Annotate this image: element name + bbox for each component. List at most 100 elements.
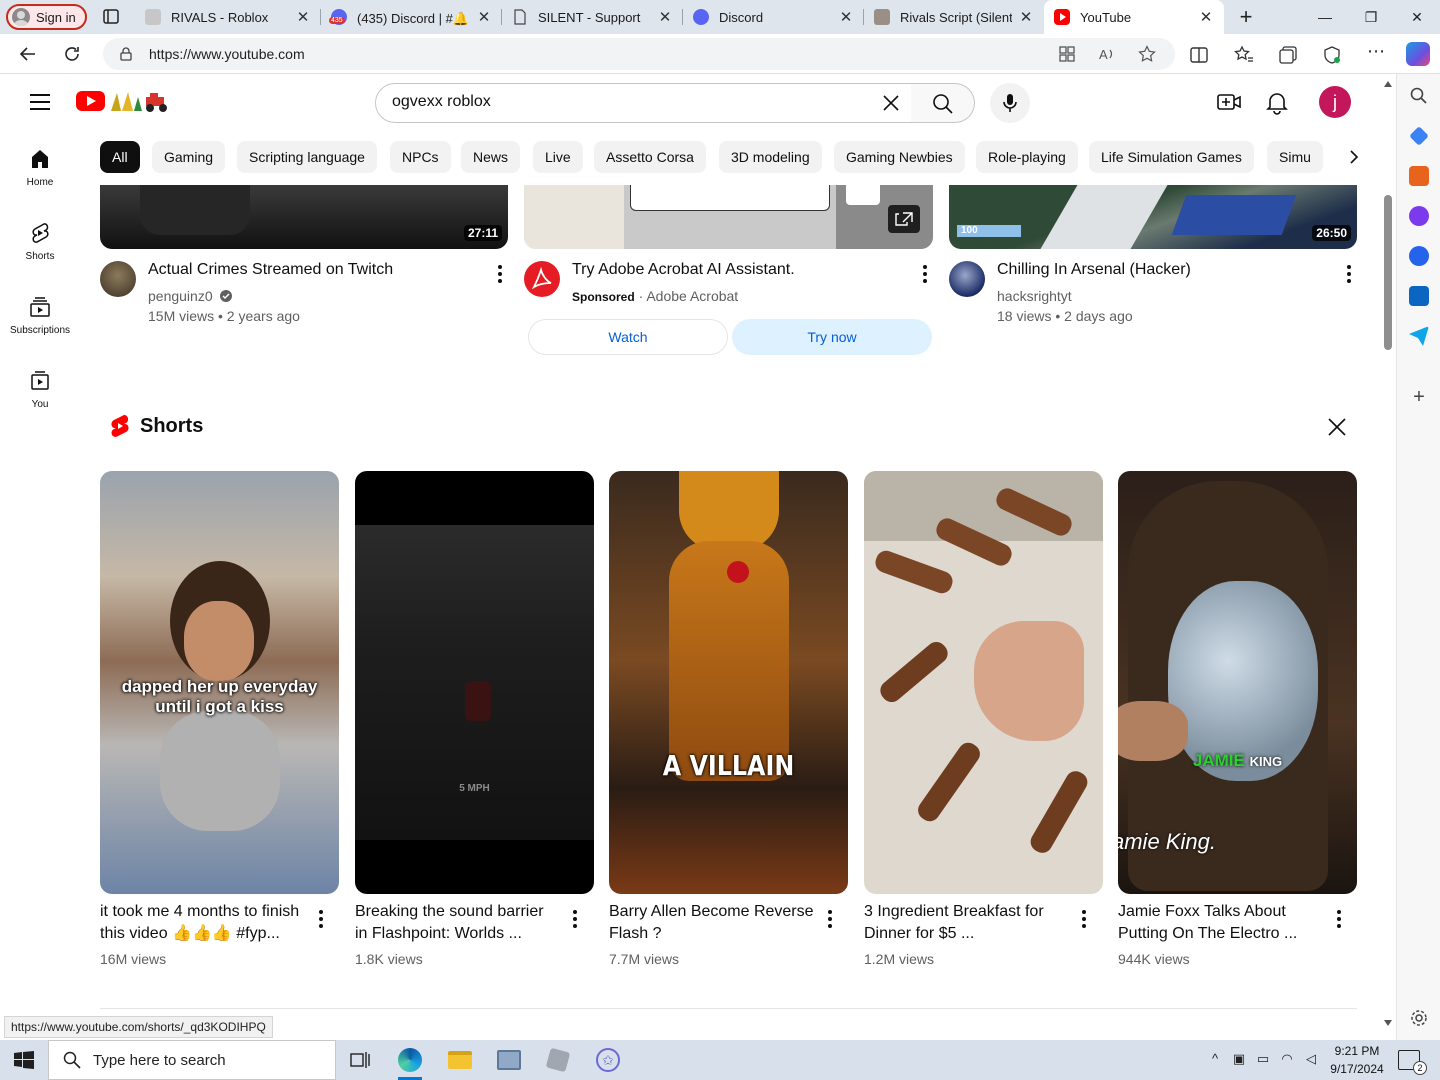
ad-thumbnail[interactable] [524, 185, 933, 249]
chip-news[interactable]: News [461, 141, 521, 173]
chip-assetto-corsa[interactable]: Assetto Corsa [594, 141, 706, 173]
video-thumbnail[interactable]: 27:11 [100, 185, 508, 249]
tab-actions-icon[interactable] [97, 6, 125, 28]
browser-essentials-icon[interactable] [1321, 44, 1343, 66]
chip-role-playing[interactable]: Role-playing [976, 141, 1078, 173]
volume-icon[interactable]: ◁ [1302, 1051, 1320, 1069]
close-tab-icon[interactable]: ✕ [295, 8, 311, 26]
roblox-taskbar-icon[interactable] [544, 1046, 572, 1074]
voice-search-button[interactable] [990, 83, 1030, 123]
account-avatar[interactable]: j [1319, 86, 1351, 118]
scroll-up-arrow-icon[interactable] [1384, 81, 1392, 87]
send-icon[interactable] [1409, 326, 1429, 346]
file-explorer-icon[interactable] [446, 1046, 474, 1074]
search-button[interactable] [911, 83, 975, 123]
scrollbar-thumb[interactable] [1384, 195, 1392, 350]
photos-app-icon[interactable] [495, 1046, 523, 1074]
tab-discord[interactable]: Discord ✕ [683, 0, 864, 34]
short-thumbnail[interactable]: 5 MPH [355, 471, 594, 894]
notifications-bell-icon[interactable] [1264, 89, 1290, 115]
channel-avatar[interactable] [949, 261, 985, 297]
close-window-button[interactable]: ✕ [1394, 0, 1440, 34]
short-thumbnail[interactable]: A VILLAIN [609, 471, 848, 894]
create-video-icon[interactable] [1216, 89, 1242, 115]
taskbar-clock[interactable]: 9:21 PM 9/17/2024 [1326, 1042, 1388, 1078]
pinned-app-icon[interactable]: ✩ [594, 1046, 622, 1074]
add-sidebar-item-icon[interactable]: + [1409, 387, 1429, 408]
clear-search-icon[interactable] [879, 91, 903, 115]
youtube-logo[interactable] [76, 91, 105, 111]
video-title[interactable]: Actual Crimes Streamed on Twitch [148, 261, 393, 279]
omnibox[interactable]: https://www.youtube.com A [103, 38, 1175, 70]
taskbar-search-box[interactable]: Type here to search [48, 1040, 336, 1080]
app-available-icon[interactable] [1058, 45, 1076, 63]
ad-actions-menu-icon[interactable] [913, 262, 937, 286]
search-input[interactable] [392, 93, 872, 111]
outlook-icon[interactable] [1409, 286, 1429, 306]
chips-next-button[interactable] [1336, 141, 1372, 173]
favorite-star-icon[interactable] [1138, 45, 1156, 63]
adobe-acrobat-logo[interactable] [524, 261, 560, 297]
harvest-doodle-icon[interactable] [108, 89, 174, 113]
favorites-icon[interactable] [1233, 44, 1255, 66]
try-now-button[interactable]: Try now [732, 319, 932, 355]
close-tab-icon[interactable]: ✕ [838, 8, 854, 26]
show-hidden-icons-chevron-icon[interactable]: ^ [1206, 1051, 1224, 1069]
chip-simulation[interactable]: Simu [1267, 141, 1323, 173]
settings-more-icon[interactable]: ⋯ [1365, 41, 1387, 63]
page-scrollbar[interactable] [1380, 75, 1396, 1040]
ad-title[interactable]: Try Adobe Acrobat AI Assistant. [572, 261, 795, 279]
short-actions-menu-icon[interactable] [818, 907, 842, 931]
tools-icon[interactable] [1409, 166, 1429, 186]
tab-youtube[interactable]: YouTube ✕ [1044, 0, 1224, 34]
tab-rivals-roblox[interactable]: RIVALS - Roblox ✕ [135, 0, 321, 34]
channel-avatar[interactable] [100, 261, 136, 297]
chip-3d-modeling[interactable]: 3D modeling [719, 141, 822, 173]
meet-now-icon[interactable]: ▣ [1230, 1051, 1248, 1069]
external-link-icon[interactable] [888, 205, 920, 233]
windows-start-icon[interactable] [14, 1051, 34, 1069]
games-icon[interactable] [1409, 206, 1429, 226]
dismiss-shorts-icon[interactable] [1325, 415, 1349, 439]
shopping-tag-icon[interactable] [1409, 126, 1429, 146]
short-title[interactable]: it took me 4 months to finish this video… [100, 901, 305, 945]
chip-all[interactable]: All [100, 141, 140, 173]
notification-center-icon[interactable]: 2 [1398, 1050, 1427, 1075]
short-thumbnail[interactable] [864, 471, 1103, 894]
collections-icon[interactable] [1277, 44, 1299, 66]
short-title[interactable]: Breaking the sound barrier in Flashpoint… [355, 901, 560, 945]
video-thumbnail[interactable]: 100 26:50 [949, 185, 1357, 249]
chip-gaming[interactable]: Gaming [152, 141, 226, 173]
sidebar-settings-gear-icon[interactable] [1409, 1008, 1429, 1028]
search-box[interactable] [375, 83, 912, 123]
lock-icon[interactable] [119, 47, 133, 61]
read-aloud-icon[interactable]: A [1098, 45, 1116, 63]
short-actions-menu-icon[interactable] [563, 907, 587, 931]
watch-button[interactable]: Watch [528, 319, 728, 355]
sign-in-button[interactable]: Sign in [6, 4, 87, 30]
url-text[interactable]: https://www.youtube.com [149, 46, 305, 62]
menu-icon[interactable] [30, 94, 50, 110]
chip-live[interactable]: Live [533, 141, 583, 173]
short-title[interactable]: Jamie Foxx Talks About Putting On The El… [1118, 901, 1323, 945]
chip-life-simulation-games[interactable]: Life Simulation Games [1089, 141, 1254, 173]
chip-scripting-language[interactable]: Scripting language [237, 141, 377, 173]
video-actions-menu-icon[interactable] [1337, 262, 1361, 286]
short-title[interactable]: Barry Allen Become Reverse Flash ? [609, 901, 814, 945]
new-tab-button[interactable]: + [1224, 0, 1268, 34]
channel-name[interactable]: penguinz0 [148, 288, 213, 304]
chip-gaming-newbies[interactable]: Gaming Newbies [834, 141, 965, 173]
minimize-button[interactable]: — [1302, 0, 1348, 34]
short-actions-menu-icon[interactable] [1072, 907, 1096, 931]
scroll-down-arrow-icon[interactable] [1384, 1020, 1392, 1026]
channel-name[interactable]: hacksrightyt [997, 288, 1072, 304]
close-tab-icon[interactable]: ✕ [476, 8, 492, 26]
short-thumbnail[interactable]: dapped her up everyday until i got a kis… [100, 471, 339, 894]
tab-silent-support[interactable]: SILENT - Support ✕ [502, 0, 683, 34]
back-button[interactable] [12, 40, 44, 68]
wifi-icon[interactable]: ◠ [1278, 1051, 1296, 1069]
close-tab-icon[interactable]: ✕ [1198, 8, 1214, 26]
microsoft-365-icon[interactable] [1409, 246, 1429, 266]
close-tab-icon[interactable]: ✕ [657, 8, 673, 26]
battery-icon[interactable]: ▭ [1254, 1051, 1272, 1069]
